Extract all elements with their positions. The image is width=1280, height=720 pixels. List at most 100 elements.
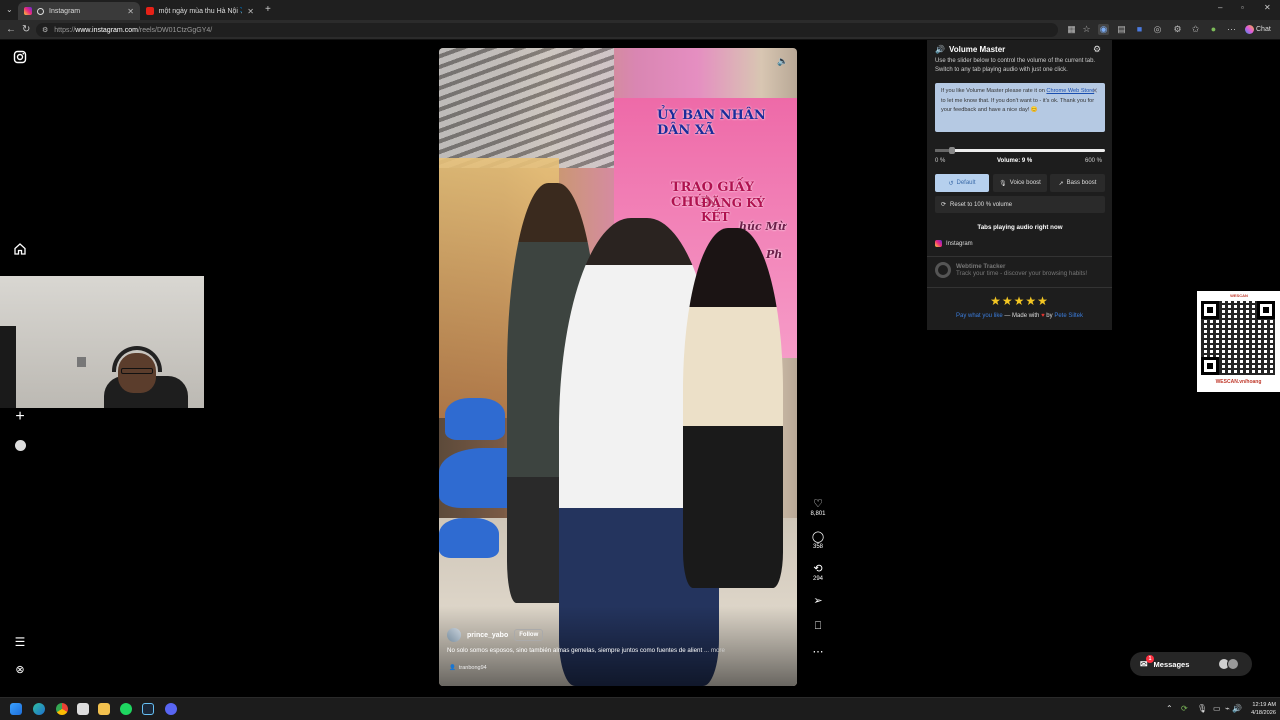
messages-unread-badge: 1	[1146, 655, 1154, 663]
extension-circle-icon[interactable]: ◎	[1152, 24, 1163, 35]
sidebar-icon[interactable]: ▤	[1116, 24, 1127, 35]
tagged-user-chip[interactable]: 👤 tranbong94	[449, 665, 487, 671]
reload-icon[interactable]: ↻	[22, 24, 30, 35]
default-mode-button[interactable]: ↺ Default	[935, 174, 989, 192]
restore-icon[interactable]: ▫	[1241, 3, 1244, 12]
qr-brand-logo: WESCAN	[1230, 293, 1248, 298]
tray-app-icon[interactable]: ⟳	[1181, 704, 1188, 713]
more-menu-icon[interactable]: ⋯	[1226, 24, 1237, 35]
close-tab-icon[interactable]: ✕	[127, 7, 134, 16]
tray-app-icon[interactable]: ▭	[1213, 704, 1221, 713]
tray-app-icon[interactable]: 🎙	[1197, 704, 1207, 713]
edge-browser-icon[interactable]	[33, 703, 45, 715]
video-person-right	[683, 228, 783, 588]
discord-icon[interactable]	[165, 703, 177, 715]
vm-footer: Pay what you like — Made with ♥ by Pete …	[956, 313, 1083, 319]
heart-icon: ♡	[813, 498, 823, 510]
tab-list-icon[interactable]: ⌄	[6, 5, 13, 14]
rating-stars[interactable]: ★★★★★	[927, 294, 1112, 308]
taskbar-clock[interactable]: 12:19 AM 4/18/2026	[1240, 701, 1276, 717]
new-tab-plus-icon[interactable]: +	[265, 4, 271, 15]
close-tab-icon[interactable]: ✕	[247, 7, 254, 16]
bookmark-star-icon[interactable]: ☆	[1081, 24, 1092, 35]
person-icon: 👤	[449, 665, 456, 671]
audio-tab-instagram[interactable]: Instagram	[935, 240, 973, 247]
tab-youtube[interactable]: một ngày mùa thu Hà Nội ✈️ - YouTube ✕	[140, 2, 260, 20]
vm-settings-gear-icon[interactable]: ⚙	[1093, 44, 1101, 55]
author-username[interactable]: prince_yabo	[467, 632, 508, 639]
favorites-icon[interactable]: ✩	[1190, 24, 1201, 35]
slider-max-label: 600 %	[1085, 158, 1103, 164]
bookmark-icon: ⎕	[814, 620, 822, 632]
spotify-icon[interactable]	[120, 703, 132, 715]
pay-what-you-like-link[interactable]: Pay what you like	[956, 313, 1003, 319]
tab-instagram[interactable]: Instagram ✕	[18, 2, 140, 20]
webcam-wall-switch	[77, 357, 86, 367]
collections-icon[interactable]: ●	[1208, 24, 1219, 35]
webtime-tracker-promo[interactable]: Webtime Tracker Track your time - discov…	[935, 262, 1087, 278]
task-view-icon[interactable]	[77, 703, 89, 715]
instagram-logo-icon[interactable]	[12, 50, 28, 66]
qr-finder-pattern	[1201, 357, 1219, 375]
file-explorer-icon[interactable]	[98, 703, 110, 715]
like-button[interactable]: ♡ 8,801	[808, 497, 828, 517]
windows-start-icon[interactable]	[10, 703, 22, 715]
qr-code-overlay: WESCAN WESCAN.vn/hoang	[1197, 291, 1280, 392]
extension-blue-icon[interactable]: ■	[1134, 24, 1145, 35]
messages-button[interactable]: ✉ 1 Messages	[1130, 652, 1252, 676]
video-scene-blinds	[439, 48, 614, 168]
mute-toggle-icon[interactable]: 🔈	[777, 56, 788, 67]
video-bottom-shade	[439, 606, 797, 686]
home-icon[interactable]	[12, 242, 28, 258]
back-arrow-icon[interactable]: ←	[6, 24, 16, 35]
url-text: https://www.instagram.com/reels/DW01CtzG…	[54, 26, 213, 34]
site-info-icon[interactable]: ⚙	[42, 26, 48, 34]
address-bar-row: ← ↻ ⚙ https://www.instagram.com/reels/DW…	[0, 20, 1280, 40]
volume-slider[interactable]	[935, 147, 1105, 154]
extension-icon[interactable]: ▦	[1066, 24, 1077, 35]
save-button[interactable]: ⎕	[808, 620, 828, 633]
bass-boost-button[interactable]: ➚ Bass boost	[1050, 174, 1105, 192]
webcam-overlay	[0, 276, 204, 408]
volume-master-extension-icon[interactable]: ◉	[1098, 24, 1109, 35]
volume-master-popup: 🔊 Volume Master ⚙ Use the slider below t…	[927, 40, 1112, 330]
heart-icon: ♥	[1041, 313, 1045, 319]
menu-hamburger-icon[interactable]: ☰	[12, 634, 28, 650]
more-options-button[interactable]: ⋯	[808, 645, 828, 658]
speaker-icon: 🔊	[935, 45, 945, 54]
repost-button[interactable]: ⟲ 294	[808, 562, 828, 582]
browser-tab-strip: ⌄ Instagram ✕ một ngày mùa thu Hà Nội ✈️…	[0, 0, 1280, 20]
share-button[interactable]: ➢	[808, 594, 828, 607]
also-from-meta-icon[interactable]: ⊗	[12, 662, 28, 678]
comment-bubble-icon: ◯	[811, 531, 825, 543]
author-avatar[interactable]	[447, 628, 461, 642]
video-scene-chair	[439, 518, 499, 558]
close-window-icon[interactable]: ✕	[1264, 3, 1271, 12]
network-icon[interactable]: ⌁	[1225, 704, 1230, 713]
chrome-icon[interactable]	[56, 703, 68, 715]
tray-overflow-icon[interactable]: ⌃	[1166, 704, 1173, 713]
volume-slider-handle[interactable]	[949, 147, 955, 154]
repost-icon: ⟲	[813, 563, 823, 575]
minimize-icon[interactable]: –	[1218, 3, 1222, 12]
profile-avatar-icon[interactable]	[12, 438, 28, 454]
caption-more-link[interactable]: ... more	[704, 647, 725, 654]
extension-gear-icon[interactable]: ⚙	[1172, 24, 1183, 35]
webcam-glasses	[121, 368, 153, 374]
notice-close-icon[interactable]: ✕	[1092, 87, 1098, 95]
reset-volume-button[interactable]: ⟳ Reset to 100 % volume	[935, 196, 1105, 213]
chrome-web-store-link[interactable]: Chrome Web Store	[1046, 88, 1094, 94]
vm-divider	[927, 287, 1112, 288]
author-link[interactable]: Pete Siltek	[1054, 313, 1083, 319]
reel-video[interactable]: ỦY BAN NHÂN DÂN XÃ TRAO GIẤY CHỨN ĐĂNG K…	[439, 48, 797, 686]
vm-rating-notice: If you like Volume Master please rate it…	[935, 83, 1105, 132]
message-avatars	[1218, 658, 1242, 670]
voice-boost-button[interactable]: 🎙 Voice boost	[993, 174, 1047, 192]
create-plus-icon[interactable]: +	[12, 409, 28, 425]
steam-icon[interactable]	[142, 703, 154, 715]
comment-button[interactable]: ◯ 358	[808, 530, 828, 550]
url-field[interactable]: ⚙ https://www.instagram.com/reels/DW01Ct…	[36, 23, 1058, 37]
copilot-chat-button[interactable]: Chat	[1245, 25, 1271, 34]
clock-date: 4/18/2026	[1251, 710, 1276, 716]
follow-button[interactable]: Follow	[514, 629, 544, 641]
